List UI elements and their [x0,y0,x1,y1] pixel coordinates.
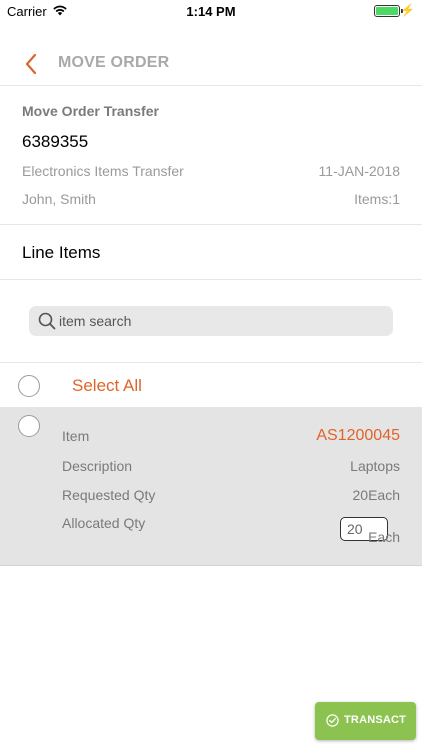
battery-icon [374,5,400,17]
select-all-radio[interactable] [18,375,40,397]
line-item-card[interactable]: Item AS1200045 Description Laptops Reque… [0,407,422,566]
line-items-heading: Line Items [22,243,101,262]
status-bar: Carrier 1:14 PM ⚡ [0,0,422,22]
item-description-value: Laptops [350,458,400,474]
item-search-bar[interactable] [29,306,393,336]
order-requester: John, Smith [22,191,96,207]
line-items-section-header: Line Items [0,225,422,280]
chevron-left-icon[interactable] [22,52,42,76]
line-item-radio[interactable] [18,415,40,437]
nav-bar: MOVE ORDER [0,40,422,86]
status-time: 1:14 PM [186,4,236,19]
select-all-label[interactable]: Select All [72,376,142,396]
allocated-qty-label: Allocated Qty [62,515,146,531]
select-all-row[interactable]: Select All [0,362,422,407]
order-items-count: Items:1 [354,191,400,207]
item-description-label: Description [62,458,133,474]
charging-icon: ⚡ [400,3,415,17]
check-circle-icon [326,714,339,727]
item-code-value[interactable]: AS1200045 [316,427,400,445]
page-title: MOVE ORDER [58,54,170,71]
search-icon [38,312,56,330]
order-date: 11-JAN-2018 [318,163,400,179]
order-description: Electronics Items Transfer [22,163,184,179]
order-heading: Move Order Transfer [22,103,159,119]
transact-label: TRANSACT [344,714,407,726]
transact-button[interactable]: TRANSACT [315,702,416,740]
item-code-label: Item [62,428,90,444]
order-summary: Move Order Transfer 6389355 Electronics … [0,86,422,225]
requested-qty-label: Requested Qty [62,487,156,503]
allocated-qty-unit: Each [368,529,400,545]
requested-qty-value: 20Each [352,487,400,503]
order-number: 6389355 [22,132,89,151]
search-input[interactable] [59,306,379,336]
